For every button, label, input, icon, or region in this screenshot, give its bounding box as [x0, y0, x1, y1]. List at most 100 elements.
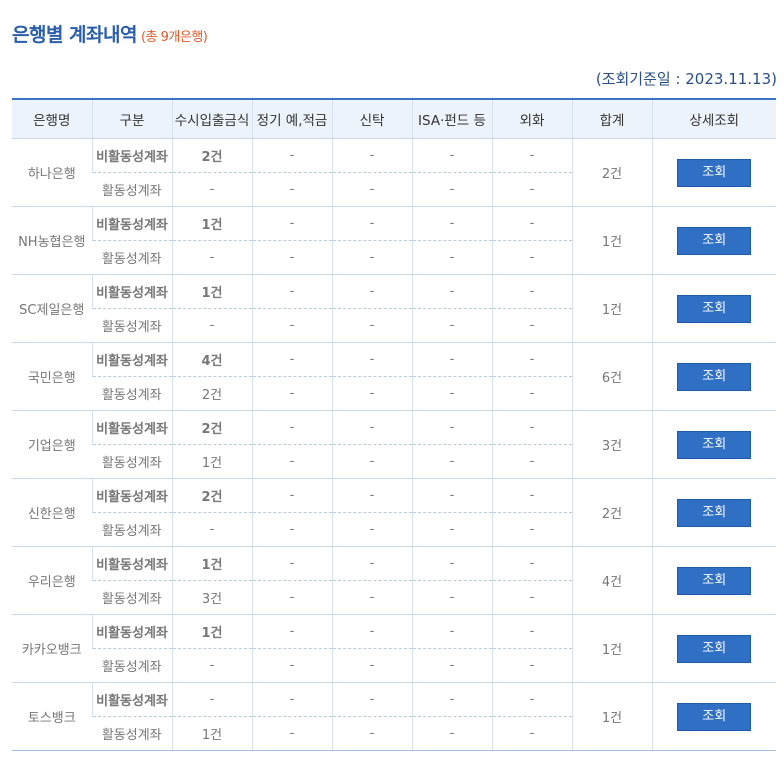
view-detail-button[interactable]: 조회 — [677, 498, 752, 527]
account-count-cell: - — [251, 478, 332, 513]
column-header-foreign-currency: 외화 — [491, 98, 572, 139]
bank-name-cell: 신한은행 — [12, 478, 92, 547]
account-count-cell: - — [251, 206, 332, 241]
column-header-demand-deposit: 수시입출금식 — [171, 98, 252, 139]
column-header-type: 구분 — [91, 98, 172, 139]
account-count-cell: - — [171, 512, 252, 547]
account-count-cell: - — [411, 172, 492, 207]
account-type-inactive: 비활동성계좌 — [91, 478, 172, 513]
total-count-cell: 1건 — [571, 206, 652, 275]
bank-count-label: (총 9개은행) — [140, 30, 208, 45]
account-count-cell: 1건 — [171, 546, 252, 581]
account-count-cell: - — [171, 648, 252, 683]
detail-cell: 조회 — [651, 410, 776, 479]
column-header-trust: 신탁 — [331, 98, 412, 139]
account-type-active: 활동성계좌 — [92, 240, 172, 275]
account-count-cell: - — [491, 444, 572, 479]
account-count-cell: - — [411, 444, 492, 479]
account-count-cell: - — [171, 682, 252, 717]
account-type-active: 활동성계좌 — [92, 308, 172, 343]
table-row: SC제일은행 비활동성계좌 1건 - - - -1건 조회 — [12, 274, 776, 343]
column-header-bank: 은행명 — [12, 98, 92, 139]
account-type-active: 활동성계좌 — [92, 648, 172, 683]
bank-name-cell: 국민은행 — [12, 342, 92, 411]
detail-cell: 조회 — [651, 614, 776, 683]
account-count-cell: - — [331, 172, 412, 207]
account-count-cell: - — [331, 614, 412, 649]
account-count-cell: - — [331, 206, 412, 241]
bank-name-cell: NH농협은행 — [12, 206, 92, 275]
account-count-cell: - — [331, 648, 412, 683]
account-count-cell: - — [331, 274, 412, 309]
detail-cell: 조회 — [651, 206, 776, 275]
total-count-cell: 2건 — [571, 478, 652, 547]
account-count-cell: - — [331, 512, 412, 547]
detail-cell: 조회 — [651, 478, 776, 547]
total-count-cell: 1건 — [571, 682, 652, 751]
account-count-cell: 2건 — [171, 410, 252, 445]
account-count-cell: - — [491, 172, 572, 207]
account-count-cell: - — [251, 308, 332, 343]
account-count-cell: - — [331, 410, 412, 445]
bank-name-cell: 카카오뱅크 — [12, 614, 92, 683]
account-count-cell: - — [251, 240, 332, 275]
view-detail-button[interactable]: 조회 — [677, 294, 752, 323]
account-type-inactive: 비활동성계좌 — [91, 410, 172, 445]
table-row: 기업은행 비활동성계좌 2건 - - - -3건 조회 — [12, 410, 776, 479]
account-count-cell: - — [411, 206, 492, 241]
column-header-detail: 상세조회 — [651, 98, 776, 139]
total-count-cell: 4건 — [571, 546, 652, 615]
bank-name-cell: SC제일은행 — [12, 274, 92, 343]
account-count-cell: - — [171, 240, 252, 275]
table-header-row: 은행명 구분 수시입출금식 정기 예,적금 신탁 ISA·펀드 등 외화 합계 … — [12, 98, 776, 139]
detail-cell: 조회 — [651, 138, 776, 207]
account-count-cell: - — [251, 138, 332, 173]
query-date-label: (조회기준일 : 2023.11.13) — [595, 70, 777, 88]
account-count-cell: - — [251, 716, 332, 751]
view-detail-button[interactable]: 조회 — [677, 634, 752, 663]
view-detail-button[interactable]: 조회 — [677, 566, 752, 595]
bank-name-cell: 하나은행 — [12, 138, 92, 207]
account-count-cell: - — [491, 308, 572, 343]
view-detail-button[interactable]: 조회 — [677, 430, 752, 459]
detail-cell: 조회 — [651, 274, 776, 343]
total-count-cell: 1건 — [571, 274, 652, 343]
account-count-cell: - — [411, 240, 492, 275]
account-type-inactive: 비활동성계좌 — [91, 342, 172, 377]
account-count-cell: - — [491, 342, 572, 377]
view-detail-button[interactable]: 조회 — [677, 702, 752, 731]
account-count-cell: - — [251, 342, 332, 377]
detail-cell: 조회 — [651, 342, 776, 411]
account-count-cell: - — [411, 614, 492, 649]
account-count-cell: - — [331, 580, 412, 615]
table-row: 카카오뱅크 비활동성계좌 1건 - - - -1건 조회 — [12, 614, 776, 683]
account-count-cell: - — [491, 138, 572, 173]
account-count-cell: - — [251, 172, 332, 207]
account-count-cell: - — [411, 308, 492, 343]
account-count-cell: - — [491, 478, 572, 513]
account-count-cell: - — [171, 172, 252, 207]
account-count-cell: - — [411, 546, 492, 581]
account-count-cell: - — [171, 308, 252, 343]
bank-accounts-table: 은행명 구분 수시입출금식 정기 예,적금 신탁 ISA·펀드 등 외화 합계 … — [12, 98, 776, 751]
view-detail-button[interactable]: 조회 — [677, 362, 752, 391]
total-count-cell: 6건 — [571, 342, 652, 411]
account-type-inactive: 비활동성계좌 — [91, 614, 172, 649]
account-count-cell: - — [491, 614, 572, 649]
column-header-isa-fund: ISA·펀드 등 — [411, 98, 492, 139]
view-detail-button[interactable]: 조회 — [677, 158, 752, 187]
view-detail-button[interactable]: 조회 — [677, 226, 752, 255]
account-type-active: 활동성계좌 — [92, 716, 172, 751]
account-count-cell: - — [491, 512, 572, 547]
account-count-cell: 3건 — [171, 580, 252, 615]
account-count-cell: - — [411, 410, 492, 445]
account-count-cell: - — [331, 240, 412, 275]
account-count-cell: 2건 — [171, 376, 252, 411]
account-count-cell: - — [331, 682, 412, 717]
account-count-cell: - — [491, 410, 572, 445]
table-row: 토스뱅크 비활동성계좌 - - - - -1건 조회 — [12, 682, 776, 751]
account-type-inactive: 비활동성계좌 — [91, 274, 172, 309]
account-count-cell: - — [491, 240, 572, 275]
total-count-cell: 2건 — [571, 138, 652, 207]
account-count-cell: - — [251, 512, 332, 547]
